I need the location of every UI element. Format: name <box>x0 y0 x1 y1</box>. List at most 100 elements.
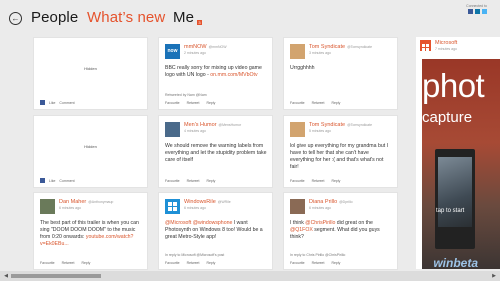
author-name[interactable]: Microsoft <box>435 40 457 46</box>
author-handle: @mmNOW <box>208 45 227 49</box>
reply-button[interactable]: Reply <box>331 101 340 105</box>
feed-card-tweet[interactable]: Diana Prillo @Dprillo 6 minutes ago I thi… <box>283 192 398 270</box>
reply-context: In reply to Chris Pirillo @ChrisPirillo <box>290 253 346 257</box>
hidden-label: Hidden <box>84 66 97 71</box>
photo-subheadline: capture <box>422 109 473 126</box>
feed-card-tweet[interactable]: Men's Humor @MensHumor 4 minutes ago We s… <box>158 115 273 188</box>
post-body: lol give up everything for my grandma bu… <box>290 143 389 170</box>
favourite-button[interactable]: Favourite <box>165 101 180 105</box>
feed-card-tweet[interactable]: Tom Syndicate @Tomsyndicate 5 minutes ago… <box>283 115 398 188</box>
avatar[interactable]: now <box>165 44 180 59</box>
favourite-button[interactable]: Favourite <box>290 261 305 265</box>
reply-button[interactable]: Reply <box>331 261 340 265</box>
facebook-icon[interactable] <box>468 9 473 14</box>
avatar[interactable] <box>165 199 180 214</box>
avatar[interactable] <box>420 40 431 51</box>
avatar[interactable] <box>290 122 305 137</box>
favourite-button[interactable]: Favourite <box>290 179 305 183</box>
favourite-button[interactable]: Favourite <box>40 261 55 265</box>
feed-card-tweet[interactable]: Tom Syndicate @Tomsyndicate 3 minutes ago… <box>283 37 398 110</box>
reply-button[interactable]: Reply <box>331 179 340 183</box>
author-name[interactable]: Men's Humor @MensHumor <box>184 122 241 128</box>
avatar[interactable] <box>40 199 55 214</box>
like-button[interactable]: Like <box>49 101 55 105</box>
retweet-button[interactable]: Retweet <box>312 101 325 105</box>
post-body: @Microsoft @windowsphone I want Photosyn… <box>165 220 263 240</box>
mention-link[interactable]: @ChrisPirillo <box>305 220 335 226</box>
back-button[interactable]: ← <box>9 12 22 25</box>
tab-me[interactable]: Me <box>173 9 194 26</box>
author-handle: @Tomsyndicate <box>347 45 373 49</box>
reply-button[interactable]: Reply <box>206 261 215 265</box>
retweet-button[interactable]: Retweet <box>187 261 200 265</box>
retweet-button[interactable]: Retweet <box>312 261 325 265</box>
post-time: 4 minutes ago <box>184 129 206 133</box>
mention-link[interactable]: @Microsoft <box>165 220 191 226</box>
me-notification-badge: 3 <box>197 20 202 25</box>
post-time: 3 minutes ago <box>309 51 331 55</box>
feed-card-hidden: Hidden Like Comment <box>33 115 148 188</box>
twitter-icon[interactable] <box>482 9 487 14</box>
author-handle: @MensHumor <box>218 123 242 127</box>
author-name[interactable]: WindowsRile @WRile <box>184 199 231 205</box>
card-actions: Like Comment <box>40 100 75 105</box>
favourite-button[interactable]: Favourite <box>290 101 305 105</box>
card-actions: Favourite Retweet Reply <box>290 261 340 265</box>
favourite-button[interactable]: Favourite <box>165 179 180 183</box>
avatar[interactable] <box>290 44 305 59</box>
like-button[interactable]: Like <box>49 179 55 183</box>
author-name[interactable]: Tom Syndicate @Tomsyndicate <box>309 122 372 128</box>
retweet-button[interactable]: Retweet <box>187 101 200 105</box>
post-body: Urrgghhhh <box>290 65 315 71</box>
app-header: ← People What’s new Me 3 Connected to <box>0 0 500 36</box>
scroll-right-icon[interactable]: ▶ <box>491 273 497 279</box>
feed-card-tweet[interactable]: Dan Maher @Anthonymaup 6 minutes ago The … <box>33 192 148 270</box>
avatar[interactable] <box>290 199 305 214</box>
comment-button[interactable]: Comment <box>59 179 74 183</box>
facebook-icon <box>40 100 45 105</box>
post-time: 6 minutes ago <box>59 206 81 210</box>
card-actions: Favourite Retweet Reply <box>165 179 215 183</box>
avatar[interactable] <box>165 122 180 137</box>
microsoft-logo-icon <box>422 44 429 51</box>
scroll-thumb[interactable] <box>11 274 101 278</box>
reply-button[interactable]: Reply <box>206 179 215 183</box>
feed-card-tweet[interactable]: now mmNOW @mmNOW 2 minutes ago BBC really… <box>158 37 273 110</box>
tab-whats-new[interactable]: What’s new <box>87 9 165 26</box>
tab-people[interactable]: People <box>31 9 78 26</box>
post-link[interactable]: on.mm.com/MVbOtv <box>210 72 257 78</box>
scroll-left-icon[interactable]: ◀ <box>3 273 9 279</box>
photo-headline: phot <box>422 67 485 104</box>
card-actions: Favourite Retweet Reply <box>40 261 90 265</box>
post-time: 6 minutes ago <box>184 206 206 210</box>
linkedin-icon[interactable] <box>475 9 480 14</box>
retweet-button[interactable]: Retweet <box>62 261 75 265</box>
author-handle: @Tomsyndicate <box>347 123 373 127</box>
feed-card-photo[interactable]: Microsoft 7 minutes ago phot capture tap… <box>416 37 500 269</box>
windows-logo-icon <box>168 202 177 211</box>
watermark-logo: winbeta <box>433 256 478 270</box>
post-body: BBC really sorry for mixing up video gam… <box>165 65 262 78</box>
reply-button[interactable]: Reply <box>81 261 90 265</box>
phone-screen-image <box>438 157 472 227</box>
author-name[interactable]: Diana Prillo @Dprillo <box>309 199 353 205</box>
horizontal-scrollbar[interactable]: ◀ ▶ <box>0 271 500 281</box>
post-time: 6 minutes ago <box>309 206 331 210</box>
author-handle: @WRile <box>217 200 231 204</box>
post-time: 2 minutes ago <box>184 51 206 55</box>
comment-button[interactable]: Comment <box>59 101 74 105</box>
feed-card-hidden: Hidden Like Comment <box>33 37 148 110</box>
favourite-button[interactable]: Favourite <box>165 261 180 265</box>
feed-card-tweet[interactable]: WindowsRile @WRile 6 minutes ago @Microso… <box>158 192 273 270</box>
retweet-button[interactable]: Retweet <box>312 179 325 183</box>
author-name[interactable]: mmNOW @mmNOW <box>184 44 227 50</box>
mention-link[interactable]: @windowsphone <box>193 220 233 226</box>
photo-caption: tap to start <box>436 208 465 214</box>
post-time: 5 minutes ago <box>309 129 331 133</box>
author-name[interactable]: Dan Maher @Anthonymaup <box>59 199 113 205</box>
retweet-button[interactable]: Retweet <box>187 179 200 183</box>
reply-button[interactable]: Reply <box>206 101 215 105</box>
facebook-icon <box>40 178 45 183</box>
author-name[interactable]: Tom Syndicate @Tomsyndicate <box>309 44 372 50</box>
mention-link[interactable]: @Q1FOX <box>290 227 313 233</box>
